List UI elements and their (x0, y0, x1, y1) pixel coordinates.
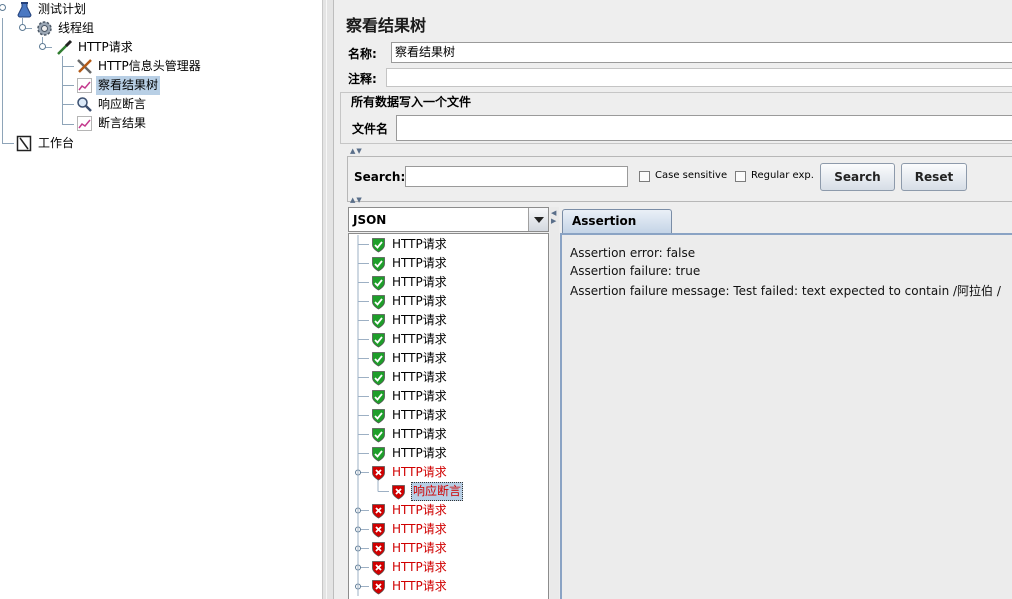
failure-shield-icon (372, 523, 385, 538)
chart-doc-icon (77, 116, 92, 131)
failure-shield-icon (372, 561, 385, 576)
comment-field[interactable] (386, 68, 1012, 87)
failure-shield-icon (372, 466, 385, 481)
success-shield-icon (372, 428, 385, 443)
tree-node-label: 线程组 (58, 21, 95, 35)
tab-assertion-result[interactable]: Assertion result (562, 209, 672, 250)
result-label: HTTP请求 (392, 370, 447, 384)
success-shield-icon (372, 352, 385, 367)
result-label: HTTP请求 (392, 389, 447, 403)
result-label: HTTP请求 (392, 579, 447, 593)
success-shield-icon (372, 295, 385, 310)
tree-line (62, 124, 74, 125)
result-line: Assertion error: false (570, 246, 696, 260)
failure-shield-icon (372, 504, 385, 519)
result-label: HTTP请求 (392, 522, 447, 536)
file-group-title: 所有数据写入一个文件 (347, 93, 476, 110)
case-sensitive-checkbox[interactable] (639, 171, 650, 182)
split-arrows-icon[interactable]: ◀ ▶ (551, 209, 557, 225)
search-label: Search: (354, 170, 406, 184)
collapse-arrows-icon[interactable]: ▲▼ (350, 197, 363, 204)
result-label: HTTP请求 (392, 294, 447, 308)
result-label: HTTP请求 (392, 560, 447, 574)
result-label: HTTP请求 (392, 503, 447, 517)
success-shield-icon (372, 390, 385, 405)
filename-field[interactable] (396, 115, 1012, 141)
pipette-icon (57, 39, 73, 55)
success-shield-icon (372, 257, 385, 272)
gear-icon (37, 21, 52, 36)
result-label: HTTP请求 (392, 427, 447, 441)
result-label: HTTP请求 (392, 541, 447, 555)
name-field[interactable]: 察看结果树 (391, 42, 1012, 63)
result-line: Assertion failure: true (570, 264, 701, 278)
success-shield-icon (372, 238, 385, 253)
result-label: HTTP请求 (392, 465, 447, 479)
tree-node-label: 工作台 (38, 136, 75, 150)
success-shield-icon (372, 371, 385, 386)
search-input[interactable] (405, 166, 628, 187)
case-sensitive-label: Case sensitive (655, 170, 728, 181)
result-label: HTTP请求 (392, 446, 447, 460)
expand-toggle[interactable] (39, 43, 46, 50)
assertion-result-panel: Assertion error: false Assertion failure… (560, 235, 1012, 599)
success-shield-icon (372, 409, 385, 424)
view-results-tree-panel: 察看结果树 名称: 察看结果树 注释: 所有数据写入一个文件 文件名 ▲▼ Se… (334, 0, 1012, 599)
success-shield-icon (372, 447, 385, 462)
comment-label: 注释: (348, 72, 377, 86)
wrench-icon (77, 59, 92, 74)
result-label: HTTP请求 (392, 332, 447, 346)
tree-line (62, 104, 74, 105)
regular-exp-checkbox[interactable] (735, 171, 746, 182)
renderer-select[interactable]: JSON (348, 207, 549, 232)
tree-line (2, 18, 3, 144)
result-label: HTTP请求 (392, 275, 447, 289)
regular-exp-label: Regular exp. (751, 170, 814, 181)
tree-node-label: HTTP请求 (78, 40, 133, 54)
failure-shield-icon (372, 580, 385, 595)
expand-toggle[interactable] (0, 4, 6, 11)
tree-node-label: 断言结果 (98, 116, 147, 130)
failure-shield-icon (372, 542, 385, 557)
chevron-down-icon[interactable] (528, 208, 548, 231)
page-title: 察看结果树 (346, 16, 427, 35)
magnifier-icon (77, 97, 92, 112)
filename-label: 文件名 (352, 122, 389, 136)
workbench-icon (16, 135, 32, 152)
success-shield-icon (372, 276, 385, 291)
failure-shield-icon (392, 485, 405, 500)
search-button[interactable]: Search (820, 163, 895, 191)
expand-toggle[interactable] (19, 24, 26, 31)
tree-line (2, 143, 14, 144)
result-line: Assertion failure message: Test failed: … (570, 284, 1001, 298)
success-shield-icon (372, 314, 385, 329)
success-shield-icon (372, 333, 385, 348)
chart-doc-icon (77, 78, 92, 93)
tree-node-label: 响应断言 (98, 97, 147, 111)
test-plan-tree: 测试计划 线程组 HTTP请求 HTTP信息头管理器 察看结果树 响应断言 断言… (0, 0, 322, 599)
tree-node-label: HTTP信息头管理器 (98, 59, 201, 73)
sample-results-tree: HTTP请求 HTTP请求 HTTP请求 HTTP请求 HTTP请求 HTTP请求 HTTP… (348, 233, 549, 599)
result-label: 响应断言 (411, 482, 464, 501)
reset-button[interactable]: Reset (901, 163, 967, 191)
tree-line (62, 85, 74, 86)
renderer-selected-value: JSON (353, 213, 387, 227)
collapse-arrows-icon[interactable]: ▲▼ (350, 148, 363, 155)
pane-splitter[interactable] (322, 0, 334, 599)
result-label: HTTP请求 (392, 408, 447, 422)
name-label: 名称: (348, 47, 377, 61)
results-splitter[interactable]: ◀ ▶ (550, 207, 559, 599)
result-label: HTTP请求 (392, 351, 447, 365)
tree-node-label: 察看结果树 (96, 76, 161, 95)
tree-node-label: 测试计划 (38, 2, 87, 16)
result-label: HTTP请求 (392, 237, 447, 251)
result-label: HTTP请求 (392, 313, 447, 327)
tree-line (62, 66, 74, 67)
result-label: HTTP请求 (392, 256, 447, 270)
flask-icon (17, 2, 32, 18)
